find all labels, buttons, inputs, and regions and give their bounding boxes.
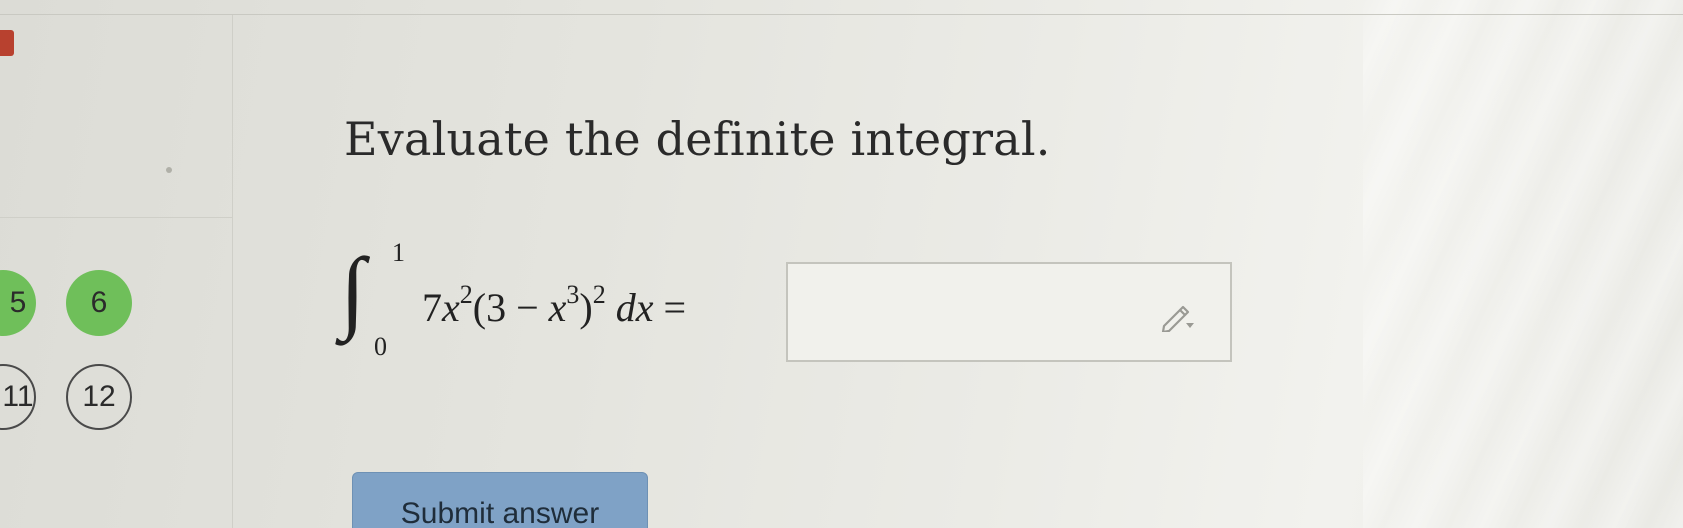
variable: x <box>442 285 460 330</box>
question-bubble-12[interactable]: 12 <box>66 364 132 430</box>
coefficient: 7 <box>422 285 442 330</box>
paren-close: ) <box>579 285 593 330</box>
integral-sign: ∫ <box>340 239 366 341</box>
exponent: 3 <box>566 280 580 309</box>
submit-answer-button[interactable]: Submit answer <box>352 472 648 528</box>
question-sidebar <box>0 15 233 528</box>
question-number: 5 <box>9 286 27 319</box>
question-prompt: Evaluate the definite integral. <box>344 112 1051 166</box>
question-bubble-6[interactable]: 6 <box>66 270 132 336</box>
question-number: 12 <box>82 380 116 413</box>
exponent: 2 <box>459 280 473 309</box>
paren-open: (3 − <box>472 285 549 330</box>
screen-glare <box>1363 0 1683 528</box>
pencil-dropdown-icon[interactable] <box>1160 302 1196 332</box>
top-divider <box>0 14 1683 15</box>
differential: dx <box>615 285 654 330</box>
integrand: 7x2(3 − x3)2 dx = <box>422 280 686 331</box>
answer-input[interactable] <box>786 262 1232 362</box>
lower-limit: 0 <box>374 332 387 361</box>
question-number: 11 <box>2 380 34 413</box>
status-marker <box>0 30 14 56</box>
equals-sign: = <box>663 285 687 330</box>
decorative-dot <box>166 167 172 173</box>
upper-limit: 1 <box>392 238 405 267</box>
question-number: 6 <box>90 286 108 319</box>
variable: x <box>548 285 567 330</box>
sidebar-divider <box>0 217 232 218</box>
exponent: 2 <box>592 280 606 309</box>
